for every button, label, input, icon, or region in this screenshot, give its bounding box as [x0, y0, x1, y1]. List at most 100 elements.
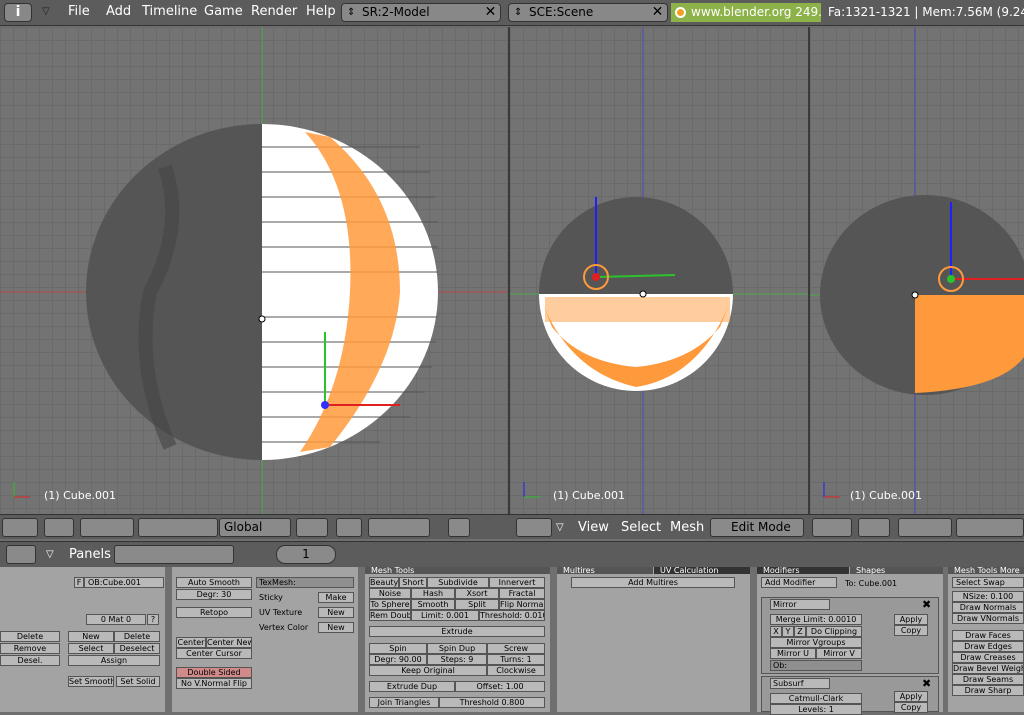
offset-field[interactable]: Offset: 1.00: [455, 681, 545, 692]
add-multires-button[interactable]: Add Multires: [571, 577, 735, 588]
menu-select[interactable]: Select: [621, 520, 661, 535]
active-material-field[interactable]: 0 Mat 0: [86, 614, 146, 625]
draw-type-dropdown[interactable]: [2, 518, 38, 537]
draw-vnormals-toggle[interactable]: Draw VNormals: [952, 613, 1024, 624]
mesh-tools-tab[interactable]: Mesh Tools: [365, 567, 550, 574]
noise-button[interactable]: Noise: [369, 588, 411, 599]
uv-calculation-tab[interactable]: UV Calculation: [654, 567, 750, 574]
select-swap-button[interactable]: Select Swap: [952, 577, 1024, 588]
axis-x-toggle[interactable]: X: [770, 626, 782, 637]
keep-original-toggle[interactable]: Keep Original: [369, 665, 487, 676]
menu-timeline[interactable]: Timeline: [142, 4, 197, 19]
draw-faces-toggle[interactable]: Draw Faces: [952, 630, 1024, 641]
menu-help[interactable]: Help: [306, 4, 336, 19]
mesh-tools-more-tab[interactable]: Mesh Tools More: [948, 567, 1024, 574]
viewport-side[interactable]: (1) Cube.001: [810, 27, 1024, 514]
do-clipping-toggle[interactable]: Do Clipping: [806, 626, 862, 637]
menu-view[interactable]: View: [578, 520, 609, 535]
new-uv-texture-button[interactable]: New: [318, 607, 354, 618]
draw-creases-toggle[interactable]: Draw Creases: [952, 652, 1024, 663]
screw-button[interactable]: Screw: [487, 643, 545, 654]
multires-tab[interactable]: Multires: [557, 567, 653, 574]
close-icon[interactable]: ✕: [483, 5, 498, 20]
menu-file[interactable]: File: [68, 4, 90, 19]
draw-type-dropdown[interactable]: [812, 518, 852, 537]
double-sided-toggle[interactable]: Double Sided: [176, 667, 252, 678]
join-threshold-field[interactable]: Threshold 0.800: [439, 697, 545, 708]
mirror-copy-button[interactable]: Copy: [894, 625, 928, 636]
draw-seams-toggle[interactable]: Draw Seams: [952, 674, 1024, 685]
material-help-button[interactable]: ?: [147, 614, 159, 625]
center-new-button[interactable]: Center New: [206, 637, 252, 648]
short-toggle[interactable]: Short: [399, 577, 427, 588]
spin-dup-button[interactable]: Spin Dup: [427, 643, 487, 654]
merge-limit-field[interactable]: Merge Limit: 0.0010: [770, 614, 862, 625]
mirror-object-field[interactable]: Ob:: [770, 660, 862, 671]
deselect-vgroup-button[interactable]: Desel.: [0, 655, 60, 666]
deselect-material-button[interactable]: Deselect: [114, 643, 160, 654]
retopo-toggle[interactable]: Retopo: [176, 607, 252, 618]
mirror-u-toggle[interactable]: Mirror U: [770, 648, 816, 659]
fractal-button[interactable]: Fractal: [499, 588, 545, 599]
snap-icon[interactable]: [80, 518, 134, 537]
buttons-editor-type[interactable]: [6, 545, 36, 564]
flip-normal-button[interactable]: Flip Normal: [499, 599, 545, 610]
header-collapse-icon[interactable]: ▽: [46, 549, 54, 560]
draw-sharp-toggle[interactable]: Draw Sharp: [952, 685, 1024, 696]
split-button[interactable]: Split: [455, 599, 499, 610]
threshold-field[interactable]: Threshold: 0.010: [479, 610, 545, 621]
smooth-degree-field[interactable]: Degr: 30: [176, 589, 252, 600]
new-material-button[interactable]: New: [68, 631, 114, 642]
subdivide-button[interactable]: Subdivide: [427, 577, 489, 588]
editor-type-button[interactable]: [516, 518, 552, 537]
levels-field[interactable]: Levels: 1: [770, 704, 862, 715]
manipulator-icons[interactable]: [956, 518, 1024, 537]
new-vertex-color-button[interactable]: New: [318, 622, 354, 633]
draw-normals-toggle[interactable]: Draw Normals: [952, 602, 1024, 613]
spin-button[interactable]: Spin: [369, 643, 427, 654]
delete-modifier-icon[interactable]: ✖: [922, 677, 931, 690]
no-vnormal-flip-toggle[interactable]: No V.Normal Flip: [176, 678, 252, 689]
remove-vgroup-button[interactable]: Remove: [0, 643, 60, 654]
menu-mesh[interactable]: Mesh: [670, 520, 704, 535]
to-sphere-button[interactable]: To Sphere: [369, 599, 411, 610]
panels-menu[interactable]: Panels: [69, 547, 111, 562]
beauty-toggle[interactable]: Beauty: [369, 577, 399, 588]
select-material-button[interactable]: Select: [68, 643, 114, 654]
make-sticky-button[interactable]: Make: [318, 592, 354, 603]
limit-field[interactable]: Limit: 0.001: [411, 610, 479, 621]
hash-button[interactable]: Hash: [411, 588, 455, 599]
viewport-top[interactable]: (1) Cube.001: [510, 27, 810, 514]
center-cursor-button[interactable]: Center Cursor: [176, 648, 252, 659]
context-tabs[interactable]: [114, 545, 234, 564]
viewport-front[interactable]: (1) Cube.001: [0, 27, 510, 514]
header-collapse-icon[interactable]: ▽: [556, 522, 564, 533]
mirror-name-field[interactable]: Mirror: [770, 599, 830, 610]
draw-edges-toggle[interactable]: Draw Edges: [952, 641, 1024, 652]
fake-user-button[interactable]: F: [74, 577, 84, 588]
assign-material-button[interactable]: Assign: [68, 655, 160, 666]
delete-modifier-icon[interactable]: ✖: [922, 598, 931, 611]
auto-smooth-toggle[interactable]: Auto Smooth: [176, 577, 252, 588]
collapse-triangle-icon[interactable]: ▽: [42, 6, 50, 17]
pivot-dropdown[interactable]: [858, 518, 890, 537]
select-mode-icons[interactable]: [368, 518, 430, 537]
menu-render[interactable]: Render: [251, 4, 297, 19]
proportional-icon[interactable]: [296, 518, 328, 537]
texmesh-field[interactable]: TexMesh:: [256, 577, 354, 588]
delete-vgroup-button[interactable]: Delete: [0, 631, 60, 642]
occlude-icon[interactable]: [336, 518, 362, 537]
snap-icon[interactable]: [898, 518, 952, 537]
extrude-button[interactable]: Extrude: [369, 626, 545, 637]
axis-z-toggle[interactable]: Z: [794, 626, 806, 637]
turns-field[interactable]: Turns: 1: [487, 654, 545, 665]
pivot-dropdown[interactable]: [44, 518, 74, 537]
spin-degree-field[interactable]: Degr: 90.00: [369, 654, 427, 665]
subdivision-type-dropdown[interactable]: Catmull-Clark: [770, 693, 862, 704]
xsort-button[interactable]: Xsort: [455, 588, 499, 599]
mode-dropdown[interactable]: Edit Mode: [710, 518, 804, 537]
object-name-field[interactable]: OB:Cube.001: [84, 577, 164, 588]
steps-field[interactable]: Steps: 9: [427, 654, 487, 665]
subsurf-name-field[interactable]: Subsurf: [770, 678, 830, 689]
orientation-dropdown[interactable]: Global: [219, 518, 291, 537]
